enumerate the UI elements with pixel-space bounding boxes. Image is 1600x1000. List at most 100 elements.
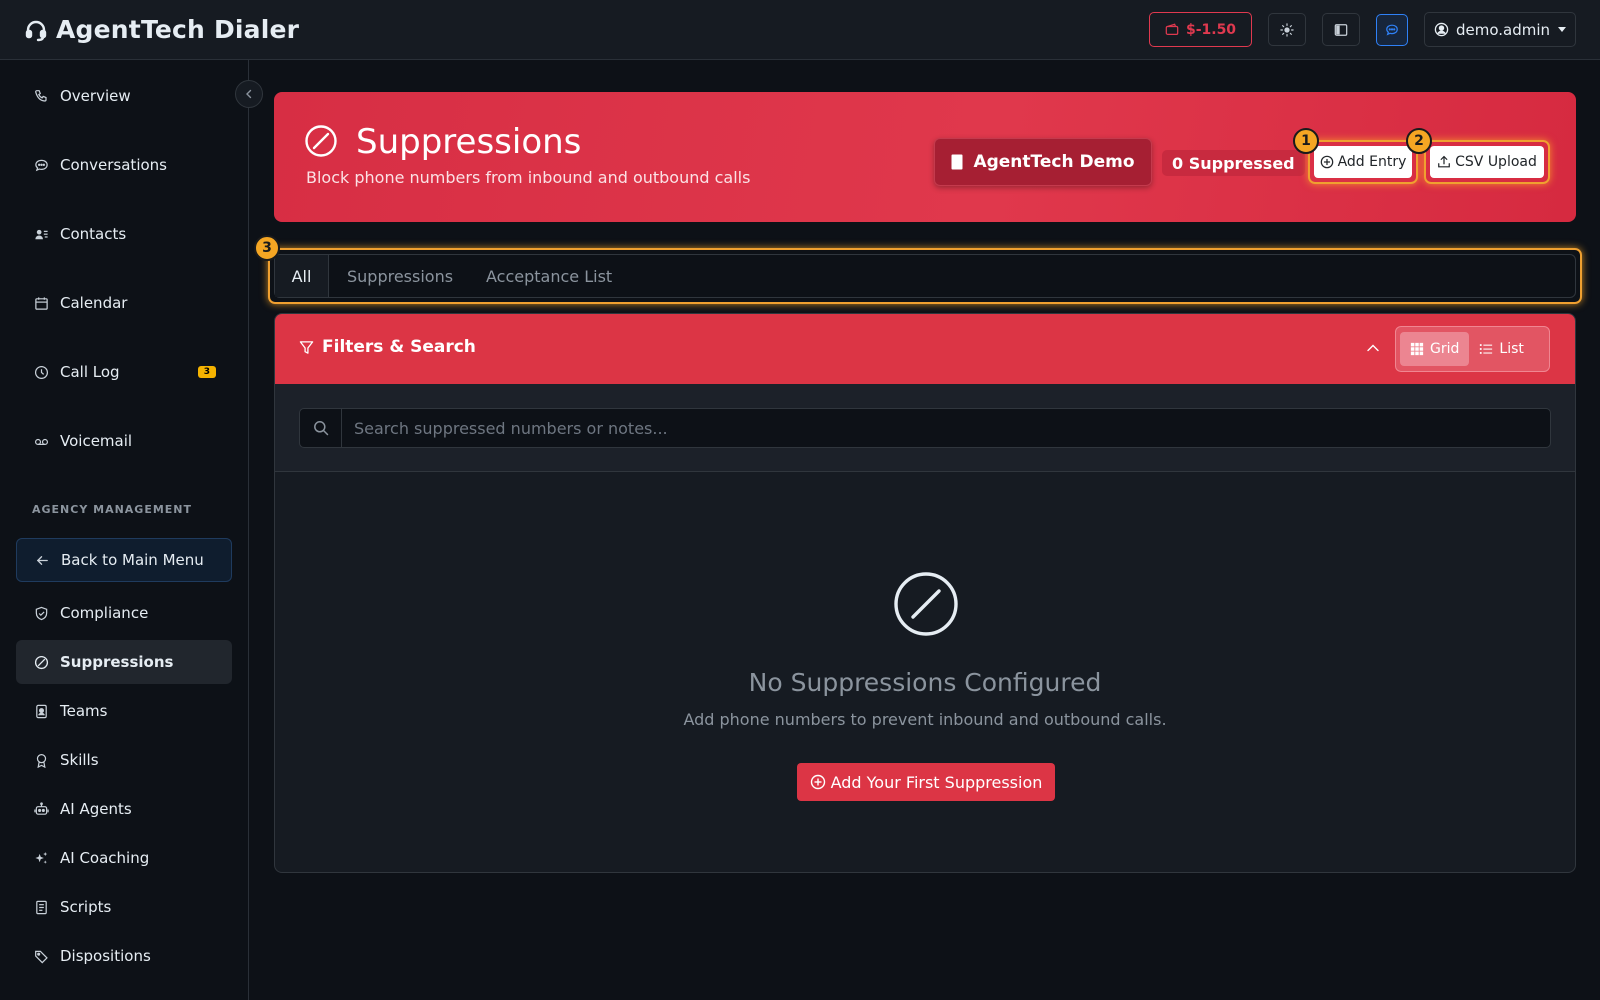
add-entry-label: Add Entry [1337, 154, 1407, 170]
contacts-icon [35, 229, 48, 239]
username: demo.admin [1455, 20, 1551, 39]
tab-suppressions[interactable]: Suppressions [347, 255, 453, 297]
filters-title: Filters & Search [299, 337, 476, 357]
organization-button[interactable]: AgentTech Demo [934, 138, 1152, 186]
tab-label: Acceptance List [486, 266, 613, 286]
filter-icon [299, 340, 314, 354]
cta-label: Add Your First Suppression [830, 772, 1043, 792]
robot-icon [34, 801, 49, 815]
sidebar-item-label: Suppressions [60, 653, 174, 671]
user-circle-icon [1434, 22, 1449, 37]
annotation-badge-3: 3 [254, 235, 280, 261]
badge-icon [36, 704, 47, 718]
chat-toggle-button[interactable] [1376, 13, 1408, 46]
sidebar-item-label: Scripts [60, 898, 112, 916]
sidebar-item-suppressions[interactable]: Suppressions [16, 640, 232, 684]
chat-icon [35, 159, 48, 171]
chat-bubble-icon [1386, 24, 1398, 35]
add-first-suppression-button[interactable]: Add Your First Suppression [797, 763, 1055, 801]
csv-upload-label: CSV Upload [1455, 154, 1537, 170]
sidebar-item-ai-coaching[interactable]: AI Coaching [16, 836, 232, 880]
empty-state-subtitle: Add phone numbers to prevent inbound and… [683, 710, 1167, 729]
grid-view-button[interactable]: Grid [1400, 332, 1470, 366]
document-icon [36, 900, 47, 914]
chevron-up-icon[interactable] [1365, 340, 1381, 356]
grid-icon [1410, 342, 1424, 356]
upload-icon [1438, 155, 1450, 168]
annotation-badge-2: 2 [1406, 128, 1432, 154]
sidebar-item-label: Dispositions [60, 947, 151, 965]
sidebar-item-ai-agents[interactable]: AI Agents [16, 787, 232, 831]
balance-value: $-1.50 [1185, 21, 1237, 38]
sidebar-item-dispositions[interactable]: Dispositions [16, 934, 232, 978]
sidebar-item-call-log[interactable]: Call Log 3 [16, 350, 232, 394]
sidebar-layout-icon [1334, 23, 1348, 36]
search-input[interactable] [342, 409, 1550, 447]
sidebar-item-conversations[interactable]: Conversations [16, 143, 232, 187]
tab-acceptance-list[interactable]: Acceptance List [486, 255, 612, 297]
sidebar-item-teams[interactable]: Teams [16, 689, 232, 733]
top-navbar: AgentTech Dialer $-1.50 demo.admin [0, 0, 1600, 60]
sidebar-item-label: AI Agents [60, 800, 132, 818]
sidebar-item-scripts[interactable]: Scripts [16, 885, 232, 929]
search-icon-addon [300, 409, 342, 447]
building-icon [951, 154, 963, 170]
award-icon [36, 753, 47, 768]
plus-circle-icon [1320, 155, 1333, 169]
page-title: Suppressions [356, 122, 582, 162]
sidebar-item-label: Voicemail [60, 432, 133, 450]
wallet-icon [1165, 23, 1179, 35]
filters-header: Filters & Search Grid List [275, 314, 1575, 384]
sidebar-item-skills[interactable]: Skills [16, 738, 232, 782]
headset-icon [25, 20, 47, 41]
empty-state-title: No Suppressions Configured [748, 668, 1102, 697]
sidebar-item-overview[interactable]: Overview [16, 74, 232, 118]
ban-icon-large [894, 572, 958, 636]
ban-icon [34, 655, 49, 669]
list-view-button[interactable]: List [1469, 332, 1533, 366]
section-label-agency-management: AGENCY MANAGEMENT [32, 503, 193, 516]
chevron-left-icon [246, 89, 252, 99]
ban-icon [305, 125, 337, 157]
call-log-badge: 3 [197, 366, 216, 378]
sidebar-item-label: Call Log [60, 363, 120, 381]
add-entry-button[interactable]: Add Entry [1314, 146, 1412, 178]
sidebar: Overview Conversations Contacts Calendar… [0, 60, 249, 1000]
sidebar-item-label: Conversations [60, 156, 167, 174]
sidebar-item-voicemail[interactable]: Voicemail [16, 419, 232, 463]
page-subtitle: Block phone numbers from inbound and out… [306, 168, 751, 187]
phone-icon [35, 89, 47, 102]
back-to-main-menu-button[interactable]: Back to Main Menu [16, 538, 232, 582]
user-menu-button[interactable]: demo.admin [1424, 12, 1576, 47]
sidebar-collapse-button[interactable] [235, 80, 263, 108]
sidebar-item-label: Calendar [60, 294, 128, 312]
sidebar-item-label: AI Coaching [60, 849, 150, 867]
sparkle-icon [35, 851, 48, 864]
tab-all[interactable]: All [275, 255, 329, 297]
calendar-icon [35, 296, 48, 310]
tabs-bar: All Suppressions Acceptance List [274, 254, 1576, 298]
list-label: List [1499, 341, 1524, 357]
sidebar-item-label: Skills [60, 751, 99, 769]
brand[interactable]: AgentTech Dialer [24, 15, 299, 44]
sidebar-item-label: Contacts [60, 225, 127, 243]
tab-label: All [291, 266, 312, 286]
balance-button[interactable]: $-1.50 [1149, 12, 1252, 47]
sidebar-item-label: Back to Main Menu [61, 551, 204, 569]
layout-toggle-button[interactable] [1322, 13, 1360, 46]
filters-card: Filters & Search Grid List Search suppre… [274, 313, 1576, 873]
plus-circle-icon [810, 774, 825, 790]
theme-toggle-button[interactable] [1268, 13, 1306, 46]
search-icon [313, 421, 328, 436]
sidebar-item-contacts[interactable]: Contacts [16, 212, 232, 256]
arrow-left-icon [36, 555, 48, 565]
csv-upload-button[interactable]: CSV Upload [1430, 146, 1544, 178]
sidebar-item-calendar[interactable]: Calendar [16, 281, 232, 325]
voicemail-icon [34, 438, 49, 445]
page-header-card: Suppressions Block phone numbers from in… [274, 92, 1576, 222]
tab-label: Suppressions [347, 266, 454, 286]
app-title: AgentTech Dialer [56, 15, 300, 44]
search-area [275, 384, 1575, 472]
tag-icon [35, 950, 48, 963]
sidebar-item-compliance[interactable]: Compliance [16, 591, 232, 635]
